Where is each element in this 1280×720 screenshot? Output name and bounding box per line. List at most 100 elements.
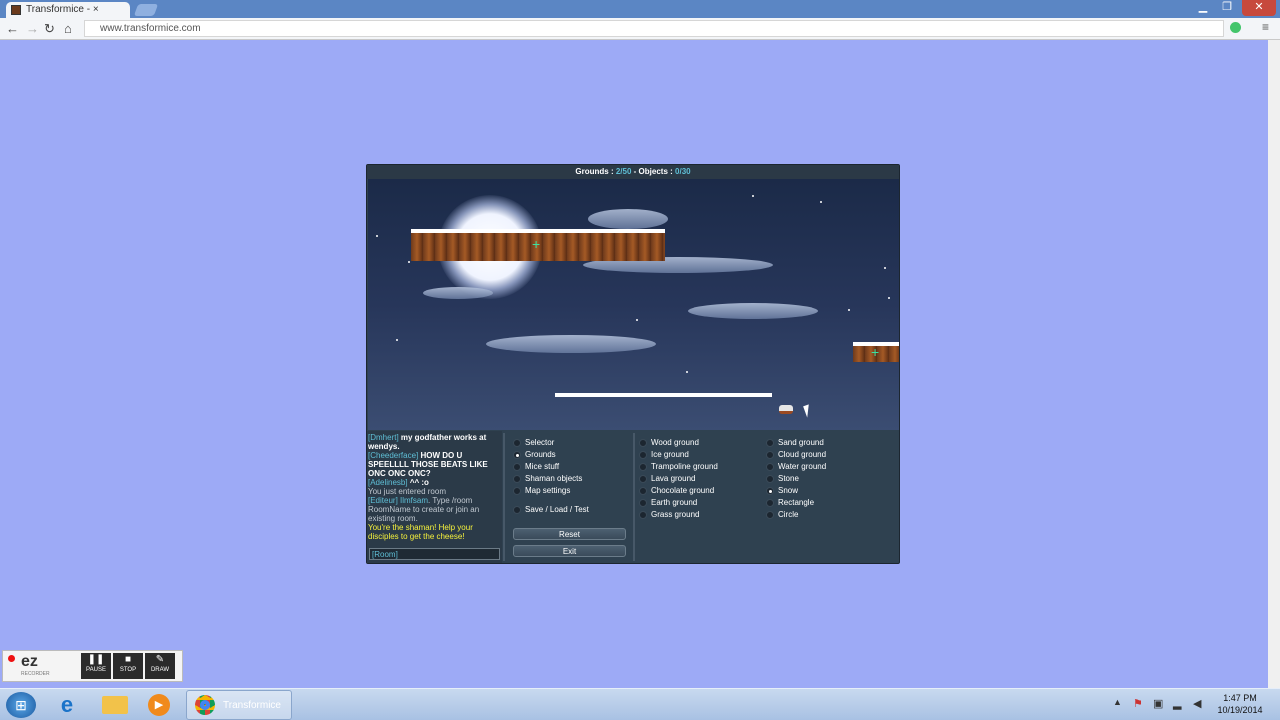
radio-icon [513, 506, 521, 514]
radio-icon [513, 487, 521, 495]
clock-time: 1:47 PM [1223, 693, 1257, 703]
ground-option-snow[interactable]: Snow [761, 485, 881, 497]
tray-flag-icon[interactable]: ⚑ [1133, 697, 1143, 710]
internet-explorer-icon[interactable]: e [52, 693, 82, 717]
radio-icon [639, 463, 647, 471]
transformice-favicon-icon [11, 5, 21, 15]
ground-option-wood[interactable]: Wood ground [634, 437, 754, 449]
chat-line: [Cheederface] HOW DO U SPEELLLL THOSE BE… [368, 451, 488, 478]
stop-icon: ■ [124, 654, 132, 665]
radio-icon [766, 499, 774, 507]
address-bar[interactable]: www.transformice.com [84, 20, 1224, 37]
menu-option-shaman-objects[interactable]: Shaman objects [508, 473, 628, 485]
ground-option-grass[interactable]: Grass ground [634, 509, 754, 521]
taskbar-chrome-window[interactable]: Transformice [186, 690, 292, 720]
pencil-icon: ✎ [155, 654, 165, 665]
ground-option-earth[interactable]: Earth ground [634, 497, 754, 509]
radio-icon [766, 451, 774, 459]
ground-option-stone[interactable]: Stone [761, 473, 881, 485]
radio-selected-icon [513, 451, 521, 459]
close-window-button[interactable]: ✕ [1242, 0, 1276, 16]
ground-option-cloud[interactable]: Cloud ground [761, 449, 881, 461]
start-button[interactable]: ⊞ [6, 692, 36, 718]
tray-network-icon[interactable]: ▂ [1173, 697, 1181, 710]
clock[interactable]: 1:47 PM 10/19/2014 [1210, 692, 1270, 716]
radio-icon [513, 463, 521, 471]
snow-ground-platform[interactable] [555, 393, 772, 397]
star [820, 201, 822, 203]
grounds-count: 2/50 [615, 167, 632, 176]
draw-button[interactable]: ✎ DRAW [145, 653, 175, 679]
cloud [688, 303, 818, 319]
media-player-icon[interactable]: ▶ [148, 694, 170, 716]
hud-separator: - [631, 167, 639, 176]
stop-button[interactable]: ■ STOP [113, 653, 143, 679]
map-canvas[interactable]: + + [368, 179, 899, 430]
radio-icon [639, 439, 647, 447]
ground-option-sand[interactable]: Sand ground [761, 437, 881, 449]
tray-volume-icon[interactable]: ◀ [1193, 697, 1201, 710]
ground-option-circle[interactable]: Circle [761, 509, 881, 521]
menu-option-map-settings[interactable]: Map settings [508, 485, 628, 497]
tray-device-icon[interactable]: ▣ [1153, 697, 1163, 710]
mouse-cursor-icon [803, 404, 813, 418]
back-arrow-icon[interactable]: ← [6, 21, 19, 37]
ground-option-water[interactable]: Water ground [761, 461, 881, 473]
ground-option-lava[interactable]: Lava ground [634, 473, 754, 485]
radio-icon [639, 451, 647, 459]
chrome-menu-icon[interactable]: ≡ [1262, 20, 1269, 34]
cloud [588, 209, 668, 229]
star [884, 267, 886, 269]
exit-button[interactable]: Exit [513, 545, 626, 557]
radio-icon [639, 475, 647, 483]
reload-icon[interactable]: ↻ [44, 21, 55, 37]
radio-icon [766, 463, 774, 471]
panel-divider [503, 433, 505, 561]
file-explorer-icon[interactable] [102, 696, 128, 714]
chat-input[interactable]: [Room] [369, 548, 500, 560]
menu-option-grounds[interactable]: Grounds [508, 449, 628, 461]
vertical-scrollbar[interactable] [1268, 40, 1280, 688]
shaman-message: You're the shaman! Help your disciples t… [368, 523, 473, 541]
tab-transformice[interactable]: Transformice - × [6, 2, 130, 18]
chat-line: [Adelinesb] ^^ :o [368, 478, 429, 487]
ground-types-column-1: Wood ground Ice ground Trampoline ground… [634, 437, 754, 521]
extension-icon[interactable] [1230, 22, 1241, 33]
recorder-subtitle: RECORDER [21, 671, 50, 677]
home-icon[interactable]: ⌂ [64, 21, 72, 37]
chat-system-line: You just entered room [368, 487, 446, 496]
chrome-icon [195, 695, 215, 715]
radio-icon [766, 475, 774, 483]
browser-toolbar: ← → ↻ ⌂ www.transformice.com ≡ [0, 18, 1280, 40]
ground-option-rectangle[interactable]: Rectangle [761, 497, 881, 509]
recorder-widget: ez RECORDER ❚❚ PAUSE ■ STOP ✎ DRAW [2, 650, 183, 682]
browser-titlebar: Transformice - × ▁ ❐ ✕ [0, 0, 1280, 18]
taskbar: ⊞ e ▶ Transformice ▲ ⚑ ▣ ▂ ◀ 1:47 PM 10/… [0, 688, 1280, 720]
radio-icon [513, 439, 521, 447]
menu-option-save-load-test[interactable]: Save / Load / Test [508, 504, 628, 516]
minimize-button[interactable]: ▁ [1192, 0, 1214, 16]
radio-icon [766, 511, 774, 519]
radio-icon [766, 439, 774, 447]
maximize-button[interactable]: ❐ [1216, 0, 1238, 16]
menu-option-selector[interactable]: Selector [508, 437, 628, 449]
star [636, 319, 638, 321]
new-tab-button[interactable] [133, 4, 159, 16]
record-indicator-icon [8, 655, 15, 662]
ground-option-trampoline[interactable]: Trampoline ground [634, 461, 754, 473]
forward-arrow-icon[interactable]: → [26, 21, 39, 37]
star [848, 309, 850, 311]
radio-selected-icon [766, 487, 774, 495]
taskbar-window-title: Transformice [223, 700, 281, 711]
ground-option-chocolate[interactable]: Chocolate ground [634, 485, 754, 497]
pause-button[interactable]: ❚❚ PAUSE [81, 653, 111, 679]
tray-arrow-icon[interactable]: ▲ [1113, 697, 1122, 707]
ground-option-ice[interactable]: Ice ground [634, 449, 754, 461]
editor-menu: Selector Grounds Mice stuff Shaman objec… [508, 437, 628, 516]
menu-option-mice-stuff[interactable]: Mice stuff [508, 461, 628, 473]
map-editor-hud: Grounds : 2/50 - Objects : 0/30 [367, 165, 899, 179]
pause-icon: ❚❚ [87, 654, 105, 665]
star [408, 261, 410, 263]
star [888, 297, 890, 299]
reset-button[interactable]: Reset [513, 528, 626, 540]
